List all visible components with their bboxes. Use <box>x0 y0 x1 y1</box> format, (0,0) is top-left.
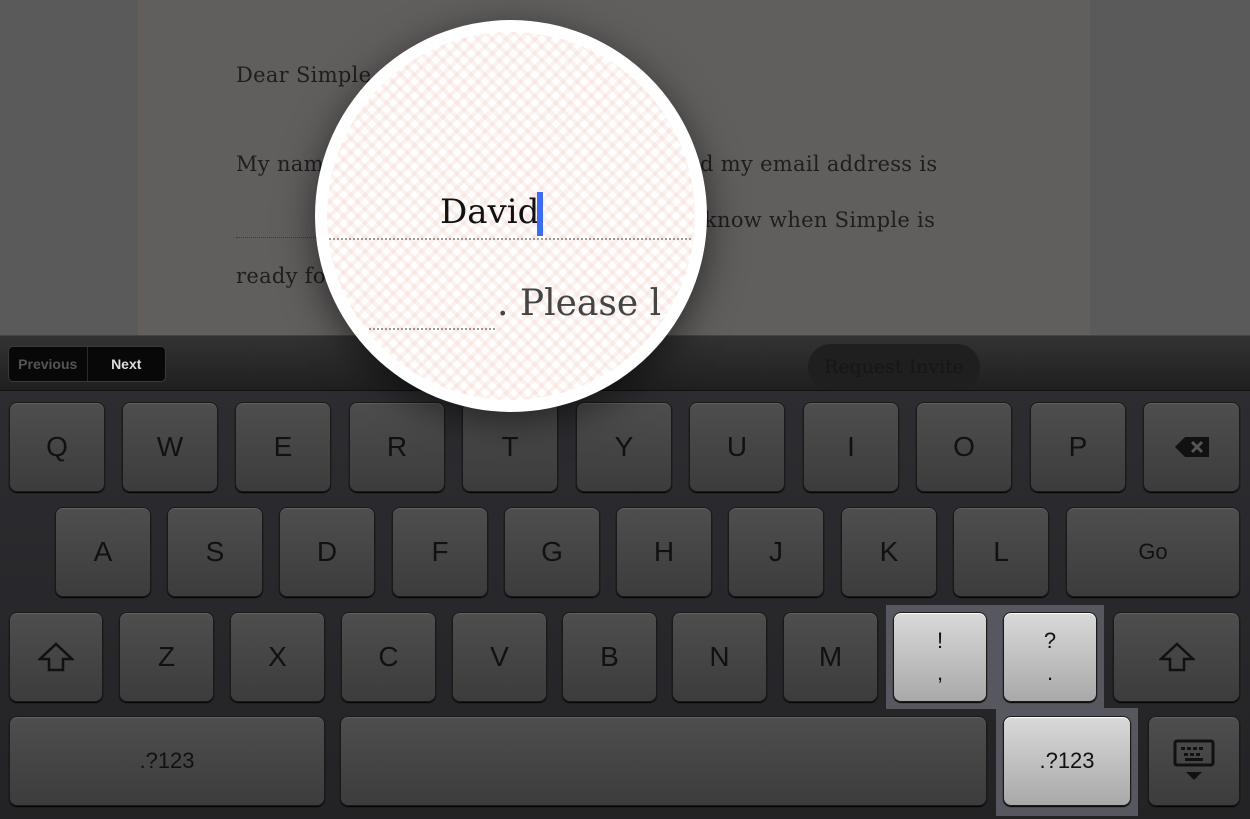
letter-line: ready fo <box>236 264 326 288</box>
delete-key[interactable] <box>1143 402 1240 492</box>
right-margin <box>1090 0 1250 335</box>
key-g[interactable]: G <box>504 507 600 597</box>
text-cursor <box>537 192 543 236</box>
key-r[interactable]: R <box>349 402 445 492</box>
key-question-period[interactable]: ?. <box>1003 612 1097 702</box>
key-f[interactable]: F <box>392 507 488 597</box>
key-w[interactable]: W <box>122 402 218 492</box>
numbers-key-left[interactable]: .?123 <box>9 716 325 806</box>
letter-text-magnified: . Please l <box>497 283 662 324</box>
key-z[interactable]: Z <box>119 612 214 702</box>
previous-button[interactable]: Previous <box>9 347 88 381</box>
space-bar[interactable] <box>340 716 987 806</box>
name-field-underline <box>329 238 691 240</box>
letter-line: My nam <box>236 152 324 176</box>
numbers-key-right[interactable]: .?123 <box>1003 716 1131 806</box>
prev-next-control: Previous Next <box>8 346 166 382</box>
email-field-underline <box>369 328 495 330</box>
key-top-label: ? <box>1043 628 1057 653</box>
key-t[interactable]: T <box>462 402 558 492</box>
key-p[interactable]: P <box>1030 402 1126 492</box>
magnifier-loupe: David . Please l <box>315 20 707 412</box>
key-b[interactable]: B <box>562 612 657 702</box>
hide-keyboard-key[interactable] <box>1148 716 1240 806</box>
key-y[interactable]: Y <box>576 402 672 492</box>
key-v[interactable]: V <box>452 612 547 702</box>
key-u[interactable]: U <box>689 402 785 492</box>
key-exclaim-comma[interactable]: !, <box>893 612 987 702</box>
key-d[interactable]: D <box>279 507 375 597</box>
key-i[interactable]: I <box>803 402 899 492</box>
key-n[interactable]: N <box>672 612 767 702</box>
next-button[interactable]: Next <box>88 347 166 381</box>
backspace-icon <box>1174 437 1209 457</box>
keyboard-hide-icon <box>1173 739 1215 780</box>
shift-arrow-icon <box>38 642 74 672</box>
letter-line: know when Simple is <box>704 208 936 232</box>
key-c[interactable]: C <box>341 612 436 702</box>
key-q[interactable]: Q <box>9 402 105 492</box>
letter-greeting: Dear Simple <box>236 63 372 87</box>
shift-arrow-icon <box>1158 642 1195 672</box>
key-s[interactable]: S <box>167 507 263 597</box>
key-k[interactable]: K <box>841 507 937 597</box>
request-invite-button[interactable]: Request Invite <box>808 344 980 390</box>
key-a[interactable]: A <box>55 507 151 597</box>
key-x[interactable]: X <box>230 612 325 702</box>
left-shift-key[interactable] <box>9 612 103 702</box>
right-shift-key[interactable] <box>1113 612 1240 702</box>
key-h[interactable]: H <box>616 507 712 597</box>
key-top-label: ! <box>936 628 944 653</box>
letter-line: d my email address is <box>700 152 938 176</box>
name-field-value[interactable]: David <box>440 192 539 232</box>
key-l[interactable]: L <box>953 507 1049 597</box>
key-bottom-label: , <box>936 660 944 685</box>
left-margin <box>0 0 138 335</box>
key-bottom-label: . <box>1046 660 1054 685</box>
key-j[interactable]: J <box>728 507 824 597</box>
key-e[interactable]: E <box>235 402 331 492</box>
go-key[interactable]: Go <box>1066 507 1240 597</box>
key-m[interactable]: M <box>783 612 878 702</box>
key-o[interactable]: O <box>916 402 1012 492</box>
